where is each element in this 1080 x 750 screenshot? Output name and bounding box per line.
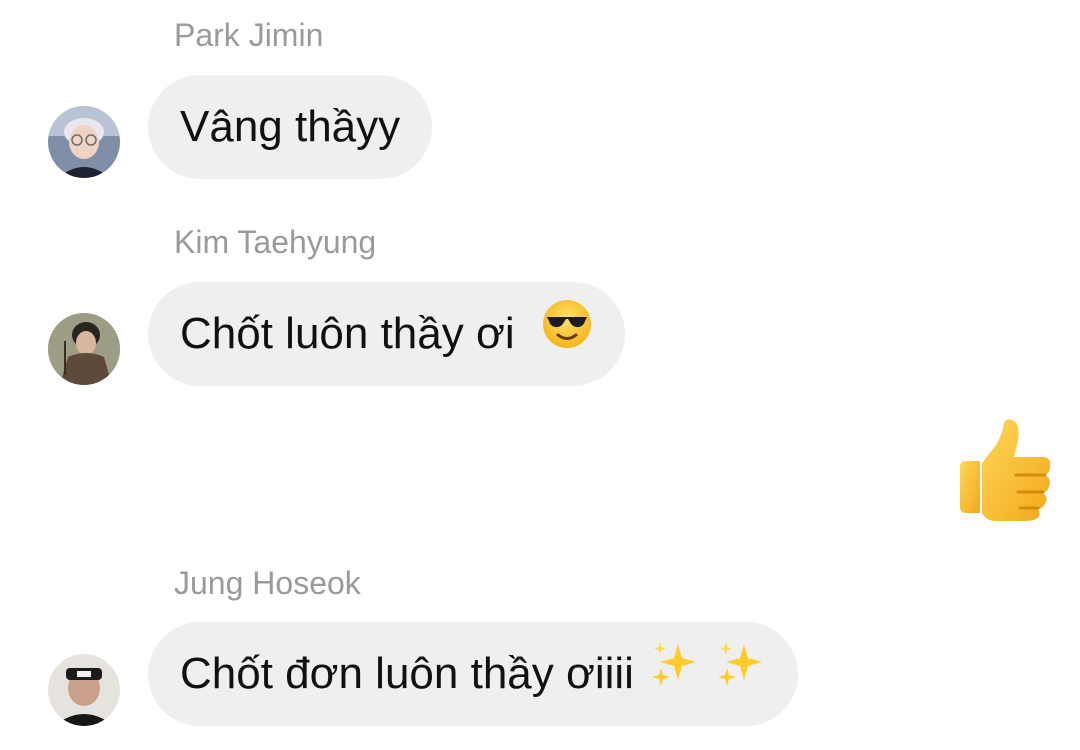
- sender-name: Jung Hoseok: [174, 565, 361, 601]
- thumbs-up-icon[interactable]: [950, 415, 1060, 525]
- sender-name: Park Jimin: [174, 17, 324, 53]
- avatar[interactable]: [48, 313, 120, 385]
- message-bubble[interactable]: Vâng thầyy: [148, 75, 433, 179]
- sender-name: Kim Taehyung: [174, 224, 377, 260]
- message-text: Chốt luôn thầy ơi: [180, 309, 515, 358]
- message-bubble[interactable]: Chốt đơn luôn thầy ơiiii: [148, 622, 799, 728]
- user-avatar-icon: [48, 313, 120, 385]
- message-text: Chốt đơn luôn thầy ơiiii: [180, 649, 634, 698]
- chat-thread: Park Jimin Vâng thầyy Kim Taehyung Chốt …: [0, 0, 1080, 750]
- message-text: Vâng thầyy: [180, 102, 401, 151]
- avatar[interactable]: [48, 654, 120, 726]
- user-avatar-icon: [48, 106, 120, 178]
- sparkles-icon: [714, 624, 766, 728]
- user-avatar-icon: [48, 654, 120, 726]
- avatar[interactable]: [48, 106, 120, 178]
- sparkles-icon: [648, 624, 700, 728]
- sunglasses-face-icon: [541, 284, 593, 388]
- message-bubble[interactable]: Chốt luôn thầy ơi: [148, 282, 625, 386]
